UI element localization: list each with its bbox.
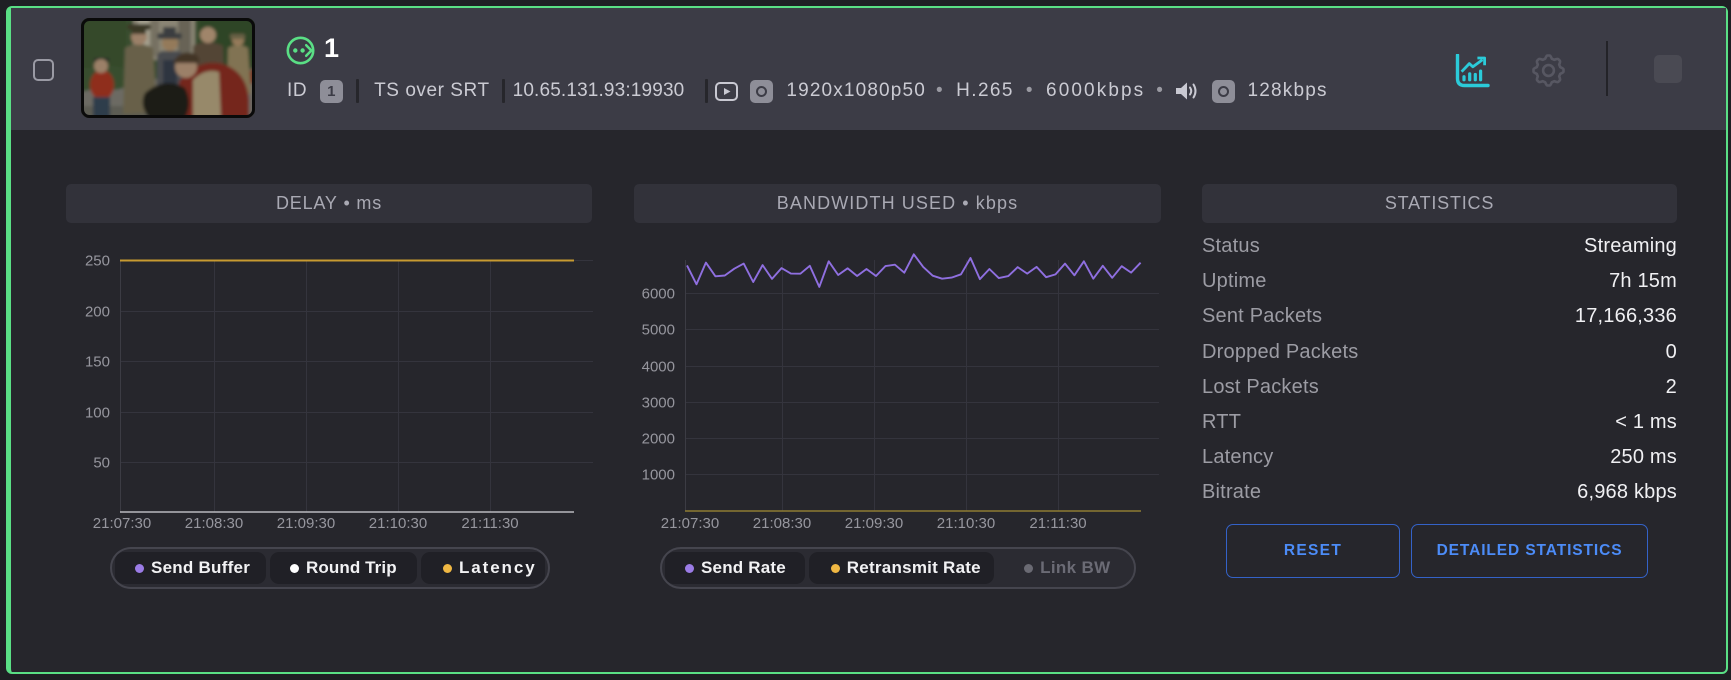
svg-text:21:07:30: 21:07:30 (661, 515, 719, 532)
svg-text:21:08:30: 21:08:30 (185, 515, 243, 532)
svg-text:21:10:30: 21:10:30 (369, 515, 427, 532)
svg-text:21:11:30: 21:11:30 (1029, 515, 1086, 532)
svg-text:6000: 6000 (642, 286, 675, 303)
svg-text:50: 50 (93, 455, 110, 472)
svg-text:3000: 3000 (642, 395, 675, 412)
svg-text:1000: 1000 (642, 467, 675, 484)
svg-text:21:09:30: 21:09:30 (845, 515, 903, 532)
svg-text:2000: 2000 (642, 431, 675, 448)
svg-text:5000: 5000 (642, 322, 675, 339)
svg-text:21:08:30: 21:08:30 (753, 515, 811, 532)
svg-text:21:07:30: 21:07:30 (93, 515, 151, 532)
svg-text:100: 100 (85, 405, 110, 422)
svg-text:21:11:30: 21:11:30 (461, 515, 518, 532)
svg-text:21:09:30: 21:09:30 (277, 515, 335, 532)
svg-text:4000: 4000 (642, 359, 675, 376)
svg-text:21:10:30: 21:10:30 (937, 515, 995, 532)
svg-text:150: 150 (85, 354, 110, 371)
svg-text:200: 200 (85, 304, 110, 321)
svg-text:250: 250 (85, 253, 110, 270)
